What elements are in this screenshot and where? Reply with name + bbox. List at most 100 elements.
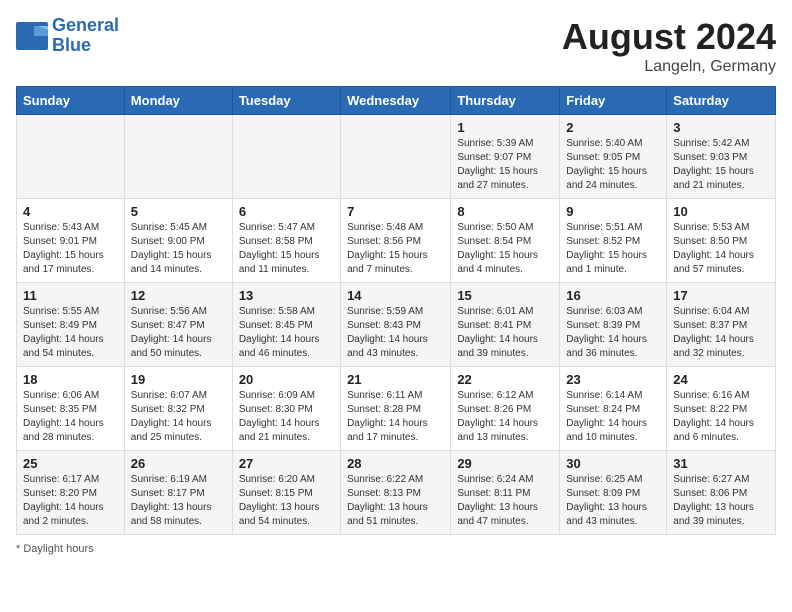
day-number: 27	[239, 456, 334, 471]
page-header: General Blue August 2024 Langeln, German…	[16, 16, 776, 76]
calendar-cell: 8 Sunrise: 5:50 AM Sunset: 8:54 PM Daylig…	[451, 199, 560, 283]
day-detail: Sunrise: 5:42 AM Sunset: 9:03 PM Dayligh…	[673, 137, 769, 193]
day-detail: Sunrise: 6:12 AM Sunset: 8:26 PM Dayligh…	[457, 389, 553, 445]
calendar-cell: 16Sunrise: 6:03 AM Sunset: 8:39 PM Dayli…	[560, 283, 667, 367]
day-number: 12	[131, 288, 226, 303]
day-number: 11	[23, 288, 118, 303]
day-detail: Sunrise: 5:53 AM Sunset: 8:50 PM Dayligh…	[673, 221, 769, 277]
logo-icon	[16, 22, 48, 50]
calendar-day-header: Saturday	[667, 87, 776, 115]
calendar-cell: 27 Sunrise: 6:20 AM Sunset: 8:15 PM Dayli…	[232, 451, 340, 535]
calendar-cell: 23Sunrise: 6:14 AM Sunset: 8:24 PM Dayli…	[560, 367, 667, 451]
day-detail: Sunrise: 5:58 AM Sunset: 8:45 PM Dayligh…	[239, 305, 334, 361]
day-number: 4	[23, 204, 118, 219]
day-detail: Sunrise: 5:48 AM Sunset: 8:56 PM Dayligh…	[347, 221, 444, 277]
calendar-day-header: Tuesday	[232, 87, 340, 115]
day-detail: Sunrise: 6:17 AM Sunset: 8:20 PM Dayligh…	[23, 473, 118, 529]
day-detail: Sunrise: 6:19 AM Sunset: 8:17 PM Dayligh…	[131, 473, 226, 529]
day-detail: Sunrise: 5:39 AM Sunset: 9:07 PM Dayligh…	[457, 137, 553, 193]
day-detail: Sunrise: 6:09 AM Sunset: 8:30 PM Dayligh…	[239, 389, 334, 445]
day-detail: Sunrise: 5:55 AM Sunset: 8:49 PM Dayligh…	[23, 305, 118, 361]
day-detail: Sunrise: 5:40 AM Sunset: 9:05 PM Dayligh…	[566, 137, 660, 193]
calendar-cell: 28Sunrise: 6:22 AM Sunset: 8:13 PM Dayli…	[341, 451, 451, 535]
calendar-cell: 21 Sunrise: 6:11 AM Sunset: 8:28 PM Dayli…	[341, 367, 451, 451]
calendar-cell: 3Sunrise: 5:42 AM Sunset: 9:03 PM Daylig…	[667, 115, 776, 199]
location: Langeln, Germany	[562, 58, 776, 76]
calendar-cell: 9 Sunrise: 5:51 AM Sunset: 8:52 PM Daylig…	[560, 199, 667, 283]
day-number: 18	[23, 372, 118, 387]
calendar-table: SundayMondayTuesdayWednesdayThursdayFrid…	[16, 86, 776, 535]
day-detail: Sunrise: 5:59 AM Sunset: 8:43 PM Dayligh…	[347, 305, 444, 361]
calendar-day-header: Sunday	[17, 87, 125, 115]
day-number: 29	[457, 456, 553, 471]
day-detail: Sunrise: 6:06 AM Sunset: 8:35 PM Dayligh…	[23, 389, 118, 445]
calendar-cell: 10 Sunrise: 5:53 AM Sunset: 8:50 PM Dayli…	[667, 199, 776, 283]
calendar-cell: 31Sunrise: 6:27 AM Sunset: 8:06 PM Dayli…	[667, 451, 776, 535]
day-number: 19	[131, 372, 226, 387]
calendar-day-header: Friday	[560, 87, 667, 115]
day-detail: Sunrise: 6:24 AM Sunset: 8:11 PM Dayligh…	[457, 473, 553, 529]
day-detail: Sunrise: 6:01 AM Sunset: 8:41 PM Dayligh…	[457, 305, 553, 361]
day-detail: Sunrise: 6:07 AM Sunset: 8:32 PM Dayligh…	[131, 389, 226, 445]
day-number: 14	[347, 288, 444, 303]
day-number: 21	[347, 372, 444, 387]
day-detail: Sunrise: 6:14 AM Sunset: 8:24 PM Dayligh…	[566, 389, 660, 445]
logo: General Blue	[16, 16, 119, 56]
calendar-cell: 22 Sunrise: 6:12 AM Sunset: 8:26 PM Dayli…	[451, 367, 560, 451]
calendar-cell: 7Sunrise: 5:48 AM Sunset: 8:56 PM Daylig…	[341, 199, 451, 283]
day-number: 8	[457, 204, 553, 219]
calendar-cell: 20 Sunrise: 6:09 AM Sunset: 8:30 PM Dayli…	[232, 367, 340, 451]
logo-line2: Blue	[52, 35, 91, 55]
day-detail: Sunrise: 5:56 AM Sunset: 8:47 PM Dayligh…	[131, 305, 226, 361]
day-number: 20	[239, 372, 334, 387]
day-detail: Sunrise: 5:51 AM Sunset: 8:52 PM Dayligh…	[566, 221, 660, 277]
footer-note: * Daylight hours	[16, 543, 776, 555]
day-detail: Sunrise: 6:25 AM Sunset: 8:09 PM Dayligh…	[566, 473, 660, 529]
day-number: 13	[239, 288, 334, 303]
calendar-day-header: Wednesday	[341, 87, 451, 115]
day-detail: Sunrise: 5:50 AM Sunset: 8:54 PM Dayligh…	[457, 221, 553, 277]
day-detail: Sunrise: 6:27 AM Sunset: 8:06 PM Dayligh…	[673, 473, 769, 529]
calendar-cell: 17Sunrise: 6:04 AM Sunset: 8:37 PM Dayli…	[667, 283, 776, 367]
day-number: 15	[457, 288, 553, 303]
calendar-cell: 11 Sunrise: 5:55 AM Sunset: 8:49 PM Dayli…	[17, 283, 125, 367]
calendar-week-row: 4 Sunrise: 5:43 AM Sunset: 9:01 PM Daylig…	[17, 199, 776, 283]
day-number: 2	[566, 120, 660, 135]
day-detail: Sunrise: 6:04 AM Sunset: 8:37 PM Dayligh…	[673, 305, 769, 361]
day-detail: Sunrise: 5:47 AM Sunset: 8:58 PM Dayligh…	[239, 221, 334, 277]
month-year: August 2024	[562, 16, 776, 58]
logo-text: General Blue	[52, 16, 119, 56]
calendar-cell: 19 Sunrise: 6:07 AM Sunset: 8:32 PM Dayli…	[124, 367, 232, 451]
calendar-cell: 6 Sunrise: 5:47 AM Sunset: 8:58 PM Daylig…	[232, 199, 340, 283]
day-number: 16	[566, 288, 660, 303]
calendar-cell: 29 Sunrise: 6:24 AM Sunset: 8:11 PM Dayli…	[451, 451, 560, 535]
calendar-cell: 18 Sunrise: 6:06 AM Sunset: 8:35 PM Dayli…	[17, 367, 125, 451]
day-detail: Sunrise: 6:16 AM Sunset: 8:22 PM Dayligh…	[673, 389, 769, 445]
calendar-day-header: Thursday	[451, 87, 560, 115]
day-number: 9	[566, 204, 660, 219]
calendar-cell: 14 Sunrise: 5:59 AM Sunset: 8:43 PM Dayli…	[341, 283, 451, 367]
calendar-cell: 13 Sunrise: 5:58 AM Sunset: 8:45 PM Dayli…	[232, 283, 340, 367]
calendar-cell	[124, 115, 232, 199]
calendar-cell: 4 Sunrise: 5:43 AM Sunset: 9:01 PM Daylig…	[17, 199, 125, 283]
calendar-header-row: SundayMondayTuesdayWednesdayThursdayFrid…	[17, 87, 776, 115]
calendar-cell: 24 Sunrise: 6:16 AM Sunset: 8:22 PM Dayli…	[667, 367, 776, 451]
day-number: 22	[457, 372, 553, 387]
day-number: 10	[673, 204, 769, 219]
day-detail: Sunrise: 6:11 AM Sunset: 8:28 PM Dayligh…	[347, 389, 444, 445]
title-block: August 2024 Langeln, Germany	[562, 16, 776, 76]
day-number: 1	[457, 120, 553, 135]
day-detail: Sunrise: 5:45 AM Sunset: 9:00 PM Dayligh…	[131, 221, 226, 277]
calendar-cell: 15 Sunrise: 6:01 AM Sunset: 8:41 PM Dayli…	[451, 283, 560, 367]
calendar-cell	[232, 115, 340, 199]
calendar-week-row: 1 Sunrise: 5:39 AM Sunset: 9:07 PM Daylig…	[17, 115, 776, 199]
day-detail: Sunrise: 6:20 AM Sunset: 8:15 PM Dayligh…	[239, 473, 334, 529]
calendar-cell: 5Sunrise: 5:45 AM Sunset: 9:00 PM Daylig…	[124, 199, 232, 283]
calendar-day-header: Monday	[124, 87, 232, 115]
day-number: 28	[347, 456, 444, 471]
calendar-cell: 1 Sunrise: 5:39 AM Sunset: 9:07 PM Daylig…	[451, 115, 560, 199]
day-number: 6	[239, 204, 334, 219]
day-number: 24	[673, 372, 769, 387]
day-detail: Sunrise: 5:43 AM Sunset: 9:01 PM Dayligh…	[23, 221, 118, 277]
calendar-cell: 30Sunrise: 6:25 AM Sunset: 8:09 PM Dayli…	[560, 451, 667, 535]
